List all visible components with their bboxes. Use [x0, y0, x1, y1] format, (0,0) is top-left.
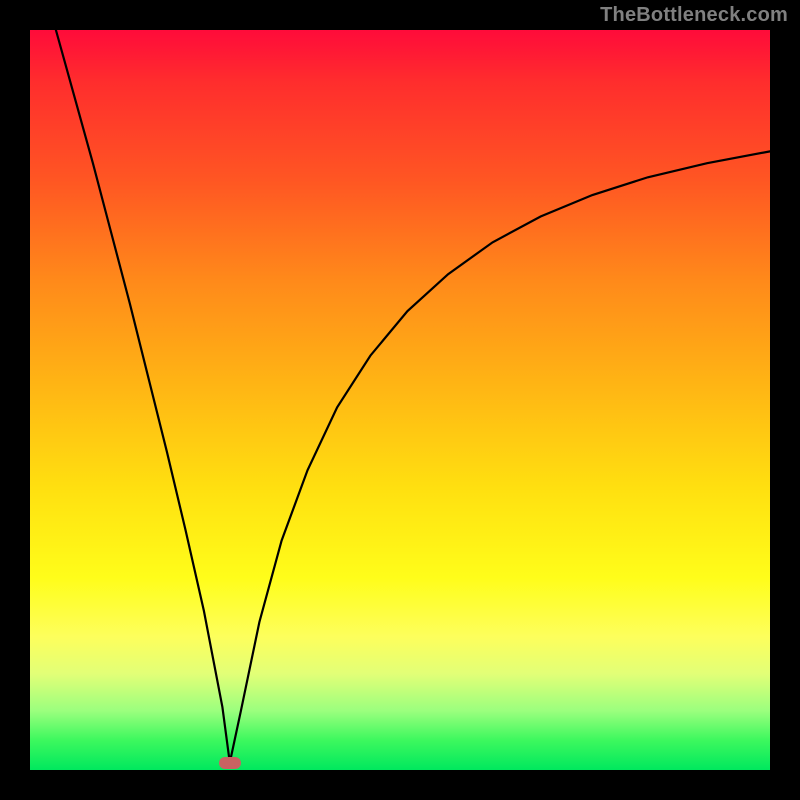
- optimum-marker: [219, 757, 241, 769]
- chart-plot-area: [30, 30, 770, 770]
- bottleneck-curve: [30, 30, 770, 770]
- chart-frame: TheBottleneck.com: [0, 0, 800, 800]
- curve-left-branch: [56, 30, 230, 763]
- curve-right-branch: [230, 151, 770, 762]
- watermark-text: TheBottleneck.com: [600, 4, 788, 27]
